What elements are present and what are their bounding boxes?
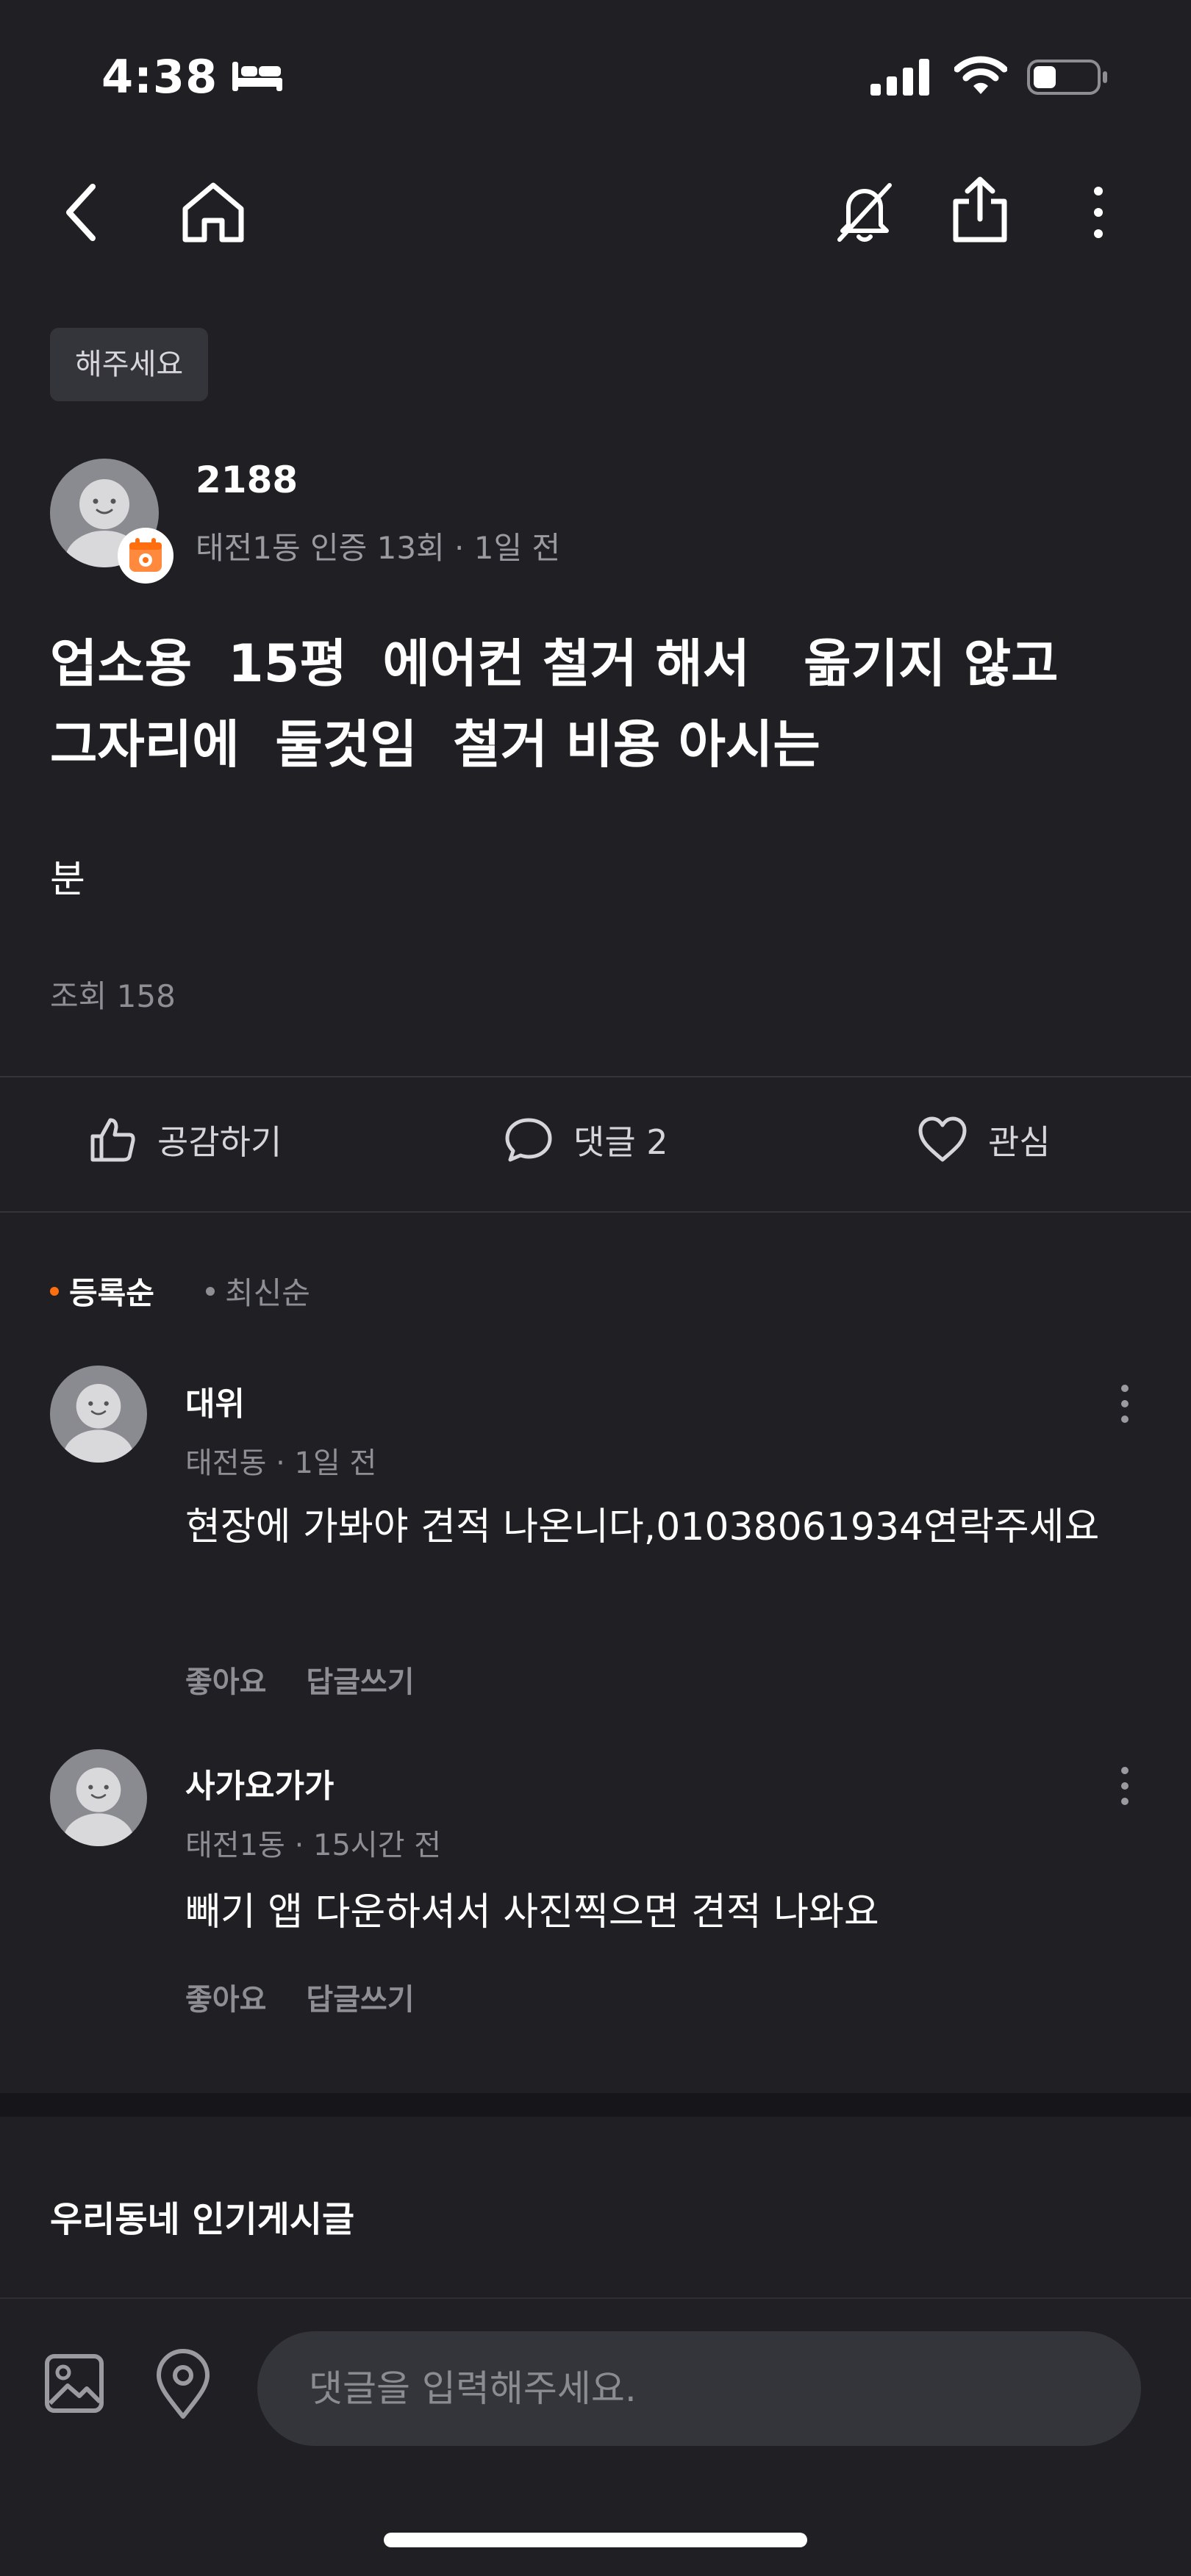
interest-label: 관심 xyxy=(988,1122,1051,1162)
comment-like-button[interactable]: 좋아요 xyxy=(185,1976,266,2018)
battery-icon xyxy=(1026,59,1109,96)
comment-author[interactable]: 대위 xyxy=(185,1377,245,1424)
comment-button[interactable]: 댓글 2 xyxy=(503,1114,668,1166)
interest-button[interactable]: 관심 xyxy=(916,1114,1051,1166)
section-separator xyxy=(0,2093,1191,2117)
comment-reply-button[interactable]: 답글쓰기 xyxy=(306,1976,414,2018)
like-label: 공감하기 xyxy=(157,1122,282,1162)
comment-avatar[interactable] xyxy=(50,1749,147,1846)
sleep-bed-icon xyxy=(229,59,285,94)
comment-text: 현장에 가봐야 견적 나온니다,01038061934연락주세요 xyxy=(185,1505,1100,1549)
comment-author[interactable]: 사가요가가 xyxy=(185,1759,334,1807)
author-name[interactable]: 2188 xyxy=(196,459,298,501)
sort-registered[interactable]: 등록순 xyxy=(50,1269,154,1313)
comment-reply-button[interactable]: 답글쓰기 xyxy=(306,1658,414,1701)
share-icon[interactable] xyxy=(947,175,1013,244)
author-meta: 태전1동 인증 13회 · 1일 전 xyxy=(196,530,561,566)
verified-badge-icon xyxy=(118,528,174,584)
comment-input[interactable] xyxy=(257,2331,1141,2446)
divider xyxy=(0,1211,1191,1213)
post-body: 분 xyxy=(50,858,85,902)
more-options-icon[interactable] xyxy=(1078,185,1119,240)
comment-meta: 태전1동 · 15시간 전 xyxy=(185,1829,442,1862)
speech-bubble-icon xyxy=(503,1114,554,1166)
sort-registered-label: 등록순 xyxy=(69,1275,154,1311)
comment-text: 빼기 앱 다운하셔서 사진찍으면 견적 나와요 xyxy=(185,1890,879,1934)
comment-like-button[interactable]: 좋아요 xyxy=(185,1658,266,1701)
notification-off-icon[interactable] xyxy=(832,179,897,244)
category-chip[interactable]: 해주세요 xyxy=(50,328,209,401)
inactive-dot-icon xyxy=(206,1286,215,1296)
image-attach-icon[interactable] xyxy=(41,2350,107,2417)
heart-icon xyxy=(916,1114,969,1166)
location-pin-icon[interactable] xyxy=(151,2347,215,2421)
comment-more-icon[interactable] xyxy=(1103,1374,1147,1433)
active-dot-icon xyxy=(50,1286,59,1296)
sort-latest-label: 최신순 xyxy=(225,1275,310,1311)
back-chevron-icon[interactable] xyxy=(59,181,106,244)
comment-actions: 좋아요 답글쓰기 xyxy=(185,1976,415,2018)
thumbs-up-icon xyxy=(87,1114,138,1166)
sort-latest[interactable]: 최신순 xyxy=(206,1269,310,1313)
like-button[interactable]: 공감하기 xyxy=(87,1114,282,1166)
view-count: 조회 158 xyxy=(50,978,176,1014)
comment-actions: 좋아요 답글쓰기 xyxy=(185,1658,415,1701)
post-title: 업소용 15평 에어컨 철거 해서 옮기지 않고 그자리에 둘것임 철거 비용 … xyxy=(50,634,1059,775)
cellular-signal-icon xyxy=(869,59,932,96)
popular-posts-title: 우리동네 인기게시글 xyxy=(50,2199,355,2240)
comment-more-icon[interactable] xyxy=(1103,1757,1147,1815)
status-time: 4:38 xyxy=(101,50,218,104)
comment-meta: 태전동 · 1일 전 xyxy=(185,1446,377,1480)
comment-count-label: 댓글 2 xyxy=(573,1122,668,1162)
home-icon[interactable] xyxy=(178,179,248,244)
comment-avatar[interactable] xyxy=(50,1366,147,1463)
wifi-icon xyxy=(954,56,1007,96)
divider xyxy=(0,1076,1191,1077)
home-indicator[interactable] xyxy=(384,2533,807,2547)
